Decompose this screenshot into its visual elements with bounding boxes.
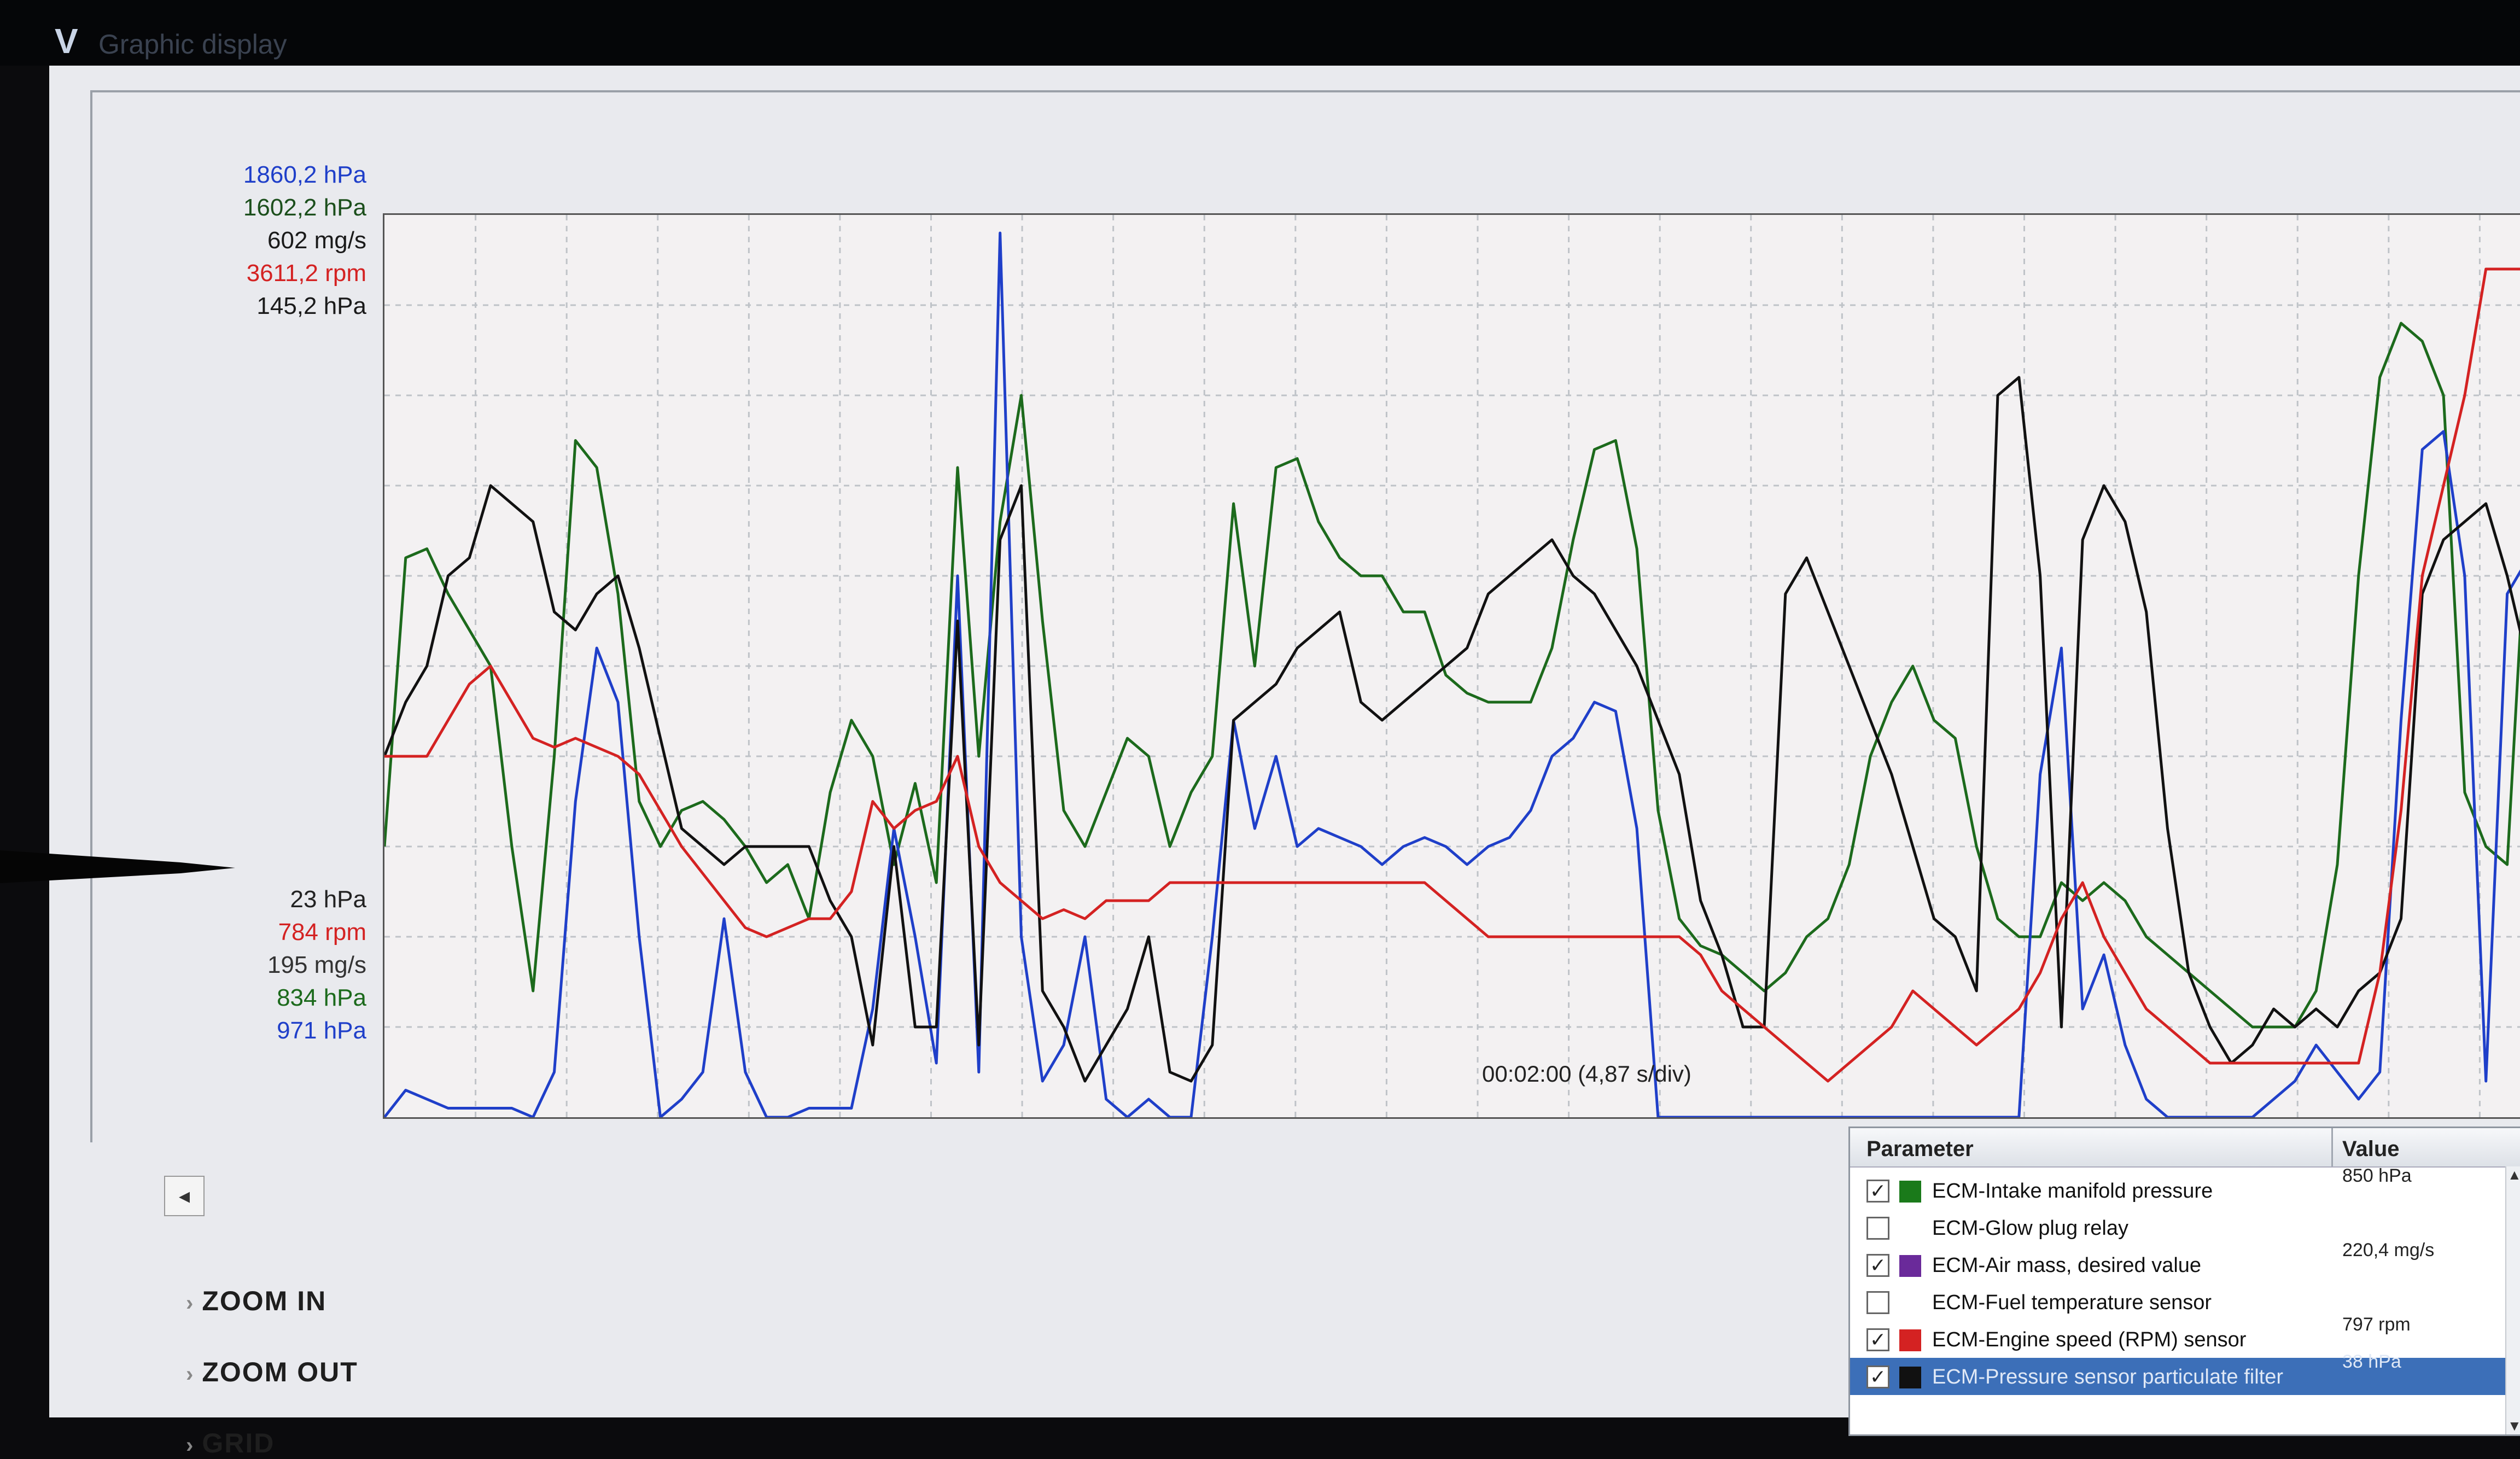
parameter-row[interactable]: ✓ ECM-Air mass, desired value 220,4 mg/s: [1850, 1240, 2506, 1283]
zoom-in-button[interactable]: › ZOOM IN: [186, 1285, 326, 1317]
parameter-name: ECM-Fuel temperature sensor: [1932, 1291, 2212, 1314]
zoom-out-label: ZOOM OUT: [202, 1357, 358, 1387]
pen-pointer: [0, 850, 235, 883]
parameter-row[interactable]: ✓ ECM-Engine speed (RPM) sensor 797 rpm: [1850, 1314, 2506, 1358]
parameter-name: ECM-Air mass, desired value: [1932, 1254, 2202, 1277]
scale-top-label-1: 1602,2 hPa: [243, 194, 366, 221]
zoom-in-label: ZOOM IN: [202, 1286, 327, 1316]
scroll-up-icon[interactable]: ▲: [2507, 1166, 2520, 1183]
scale-top-label-0: 1860,2 hPa: [243, 161, 366, 188]
parameter-scrollbar[interactable]: ▲ ▼: [2505, 1166, 2520, 1434]
series-color-swatch: [1899, 1367, 1921, 1388]
column-header-parameter[interactable]: Parameter: [1866, 1137, 1974, 1162]
time-axis-label: 00:02:00 (4,87 s/div): [1482, 1061, 1691, 1087]
series-color-swatch: [1899, 1255, 1921, 1277]
app-logo: V: [55, 21, 78, 61]
parameter-name: ECM-Glow plug relay: [1932, 1217, 2128, 1240]
chevron-right-icon: ›: [186, 1433, 195, 1457]
parameter-checkbox[interactable]: ✓: [1866, 1254, 1889, 1277]
series-line-1: [384, 231, 2520, 1117]
parameter-checkbox[interactable]: ✓: [1866, 1180, 1889, 1203]
chevron-right-icon: ›: [186, 1362, 195, 1386]
zoom-out-button[interactable]: › ZOOM OUT: [186, 1356, 358, 1388]
scale-top-label-4: 145,2 hPa: [256, 293, 366, 319]
parameter-checkbox[interactable]: ✓: [1866, 1328, 1889, 1351]
scale-bottom-label-4: 971 hPa: [277, 1017, 366, 1044]
window-titlebar: V Graphic display: [0, 0, 2520, 66]
parameter-name: ECM-Engine speed (RPM) sensor: [1932, 1328, 2247, 1351]
series-color-swatch: [1899, 1329, 1921, 1351]
parameter-value: 797 rpm: [2342, 1314, 2411, 1335]
series-line-3: [384, 267, 2520, 1083]
scale-bottom-label-1: 784 rpm: [278, 919, 366, 946]
grid-label: GRID: [202, 1428, 275, 1458]
chevron-right-icon: ›: [186, 1291, 195, 1315]
parameter-table: Parameter Value ✓ ECM-Intake manifold pre…: [1848, 1127, 2520, 1436]
scale-top-label-2: 602 mg/s: [267, 227, 366, 254]
series-line-2: [384, 376, 2520, 1083]
parameter-table-header: Parameter Value: [1850, 1128, 2520, 1168]
parameter-name: ECM-Intake manifold pressure: [1932, 1180, 2213, 1203]
scale-bottom-label-2: 195 mg/s: [267, 952, 366, 978]
parameter-checkbox[interactable]: [1866, 1217, 1889, 1240]
scroll-down-icon[interactable]: ▼: [2507, 1417, 2520, 1434]
scale-bottom-label-0: 23 hPa: [290, 886, 366, 913]
parameter-row[interactable]: ✓ ECM-Intake manifold pressure 850 hPa: [1850, 1165, 2506, 1209]
parameter-checkbox[interactable]: ✓: [1866, 1365, 1889, 1388]
scale-top-labels: 1860,2 hPa 1602,2 hPa 602 mg/s 3611,2 rpm 14…: [148, 159, 366, 323]
scale-bottom-label-3: 834 hPa: [277, 984, 366, 1011]
scale-bottom-labels: 23 hPa 784 rpm 195 mg/s 834 hPa 971 hPa: [148, 883, 366, 1047]
parameter-value: 220,4 mg/s: [2342, 1240, 2435, 1260]
chart-svg: [384, 215, 2520, 1117]
parameter-checkbox[interactable]: [1866, 1291, 1889, 1314]
plot-area: [383, 213, 2520, 1119]
scroll-left-button[interactable]: ◂: [164, 1176, 205, 1216]
column-header-value[interactable]: Value: [2342, 1137, 2400, 1162]
grid-button[interactable]: › GRID: [186, 1427, 275, 1459]
window-title: Graphic display: [98, 29, 287, 60]
graphic-display-window: 1860,2 hPa 1602,2 hPa 602 mg/s 3611,2 rpm 14…: [49, 66, 2520, 1458]
scale-top-label-3: 3611,2 rpm: [246, 260, 366, 287]
parameter-value: 850 hPa: [2342, 1165, 2412, 1186]
parameter-row[interactable]: ✓ ECM-Pressure sensor particulate filter 3…: [1850, 1351, 2506, 1395]
parameter-name: ECM-Pressure sensor particulate filter: [1932, 1365, 2283, 1388]
column-divider[interactable]: [2331, 1128, 2333, 1166]
parameter-value: 38 hPa: [2342, 1351, 2401, 1372]
series-color-swatch: [1899, 1181, 1921, 1203]
